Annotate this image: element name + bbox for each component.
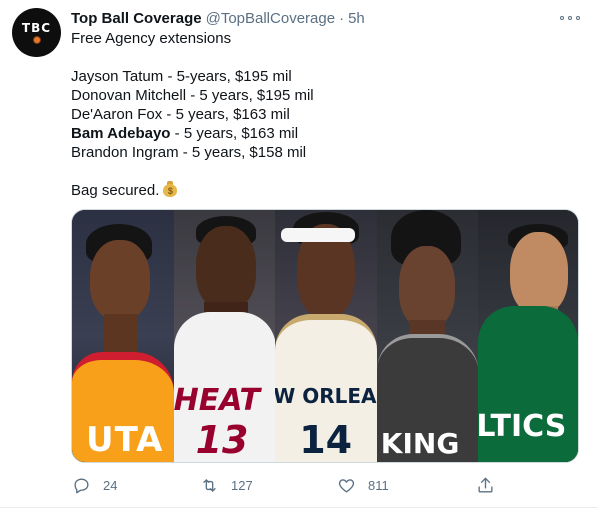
outro-text: Bag secured. xyxy=(71,182,160,199)
jersey-number-3: 14 xyxy=(299,418,353,462)
jersey-text-1: UTA xyxy=(86,420,164,460)
user-handle[interactable]: @TopBallCoverage xyxy=(206,10,335,27)
like-count: 811 xyxy=(368,477,389,493)
reply-icon xyxy=(74,477,89,493)
tweet-actions: 24 127 811 xyxy=(71,474,501,496)
retweet-icon xyxy=(203,478,216,492)
tweet-line-intro: Free Agency extensions xyxy=(71,30,232,47)
tweet-image[interactable]: UTA HEAT 13 W ORLEANS 14 KING xyxy=(71,209,579,463)
tweet-text: Free Agency extensions Jayson Tatum - 5-… xyxy=(71,29,576,200)
heart-icon xyxy=(338,478,355,493)
separator-dot: · xyxy=(339,9,345,27)
player-photo-3: W ORLEANS 14 xyxy=(275,210,377,462)
money-bag-icon: $ xyxy=(163,181,178,197)
retweet-button[interactable]: 127 xyxy=(200,474,253,496)
jersey-text-4: KING xyxy=(380,427,460,460)
player-photo-4: KING xyxy=(376,210,479,462)
tweet-header: Top Ball Coverage @TopBallCoverage · 5h xyxy=(71,8,584,28)
share-icon xyxy=(478,477,493,493)
retweet-count: 127 xyxy=(231,477,253,493)
bold-name: Bam Adebayo xyxy=(71,125,171,142)
tweet-line-mitchell: Donovan Mitchell - 5 years, $195 mil xyxy=(71,87,314,104)
reply-button[interactable]: 24 xyxy=(72,474,117,496)
like-button[interactable]: 811 xyxy=(337,474,389,496)
jersey-text-5: LTICS xyxy=(478,409,567,444)
jersey-text-2: HEAT xyxy=(173,383,261,418)
jersey-text-3: W ORLEANS xyxy=(275,384,377,408)
player-photo-1: UTA xyxy=(72,210,174,462)
avatar-logo-text: TBC xyxy=(21,20,52,35)
player-photo-2: HEAT 13 xyxy=(173,210,276,462)
basketball-icon xyxy=(32,35,41,44)
reply-count: 24 xyxy=(103,477,118,493)
player-photo-5: LTICS xyxy=(478,210,578,462)
tweet-line-fox: De'Aaron Fox - 5 years, $163 mil xyxy=(71,106,290,123)
tweet-line-adebayo-rest: - 5 years, $163 mil xyxy=(170,125,299,142)
jersey-number-2: 13 xyxy=(195,418,249,462)
tweet-card[interactable]: TBC Top Ball Coverage @TopBallCoverage ·… xyxy=(0,0,598,508)
display-name[interactable]: Top Ball Coverage xyxy=(71,10,202,27)
tweet-line-outro: Bag secured. $ xyxy=(71,181,576,200)
timestamp[interactable]: 5h xyxy=(348,10,365,27)
tweet-line-adebayo: Bam Adebayo - 5 years, $163 mil xyxy=(71,124,576,143)
share-button[interactable] xyxy=(476,474,495,496)
more-horizontal-icon[interactable] xyxy=(560,11,580,25)
avatar[interactable]: TBC xyxy=(12,8,61,57)
tweet-line-tatum: Jayson Tatum - 5-years, $195 mil xyxy=(71,68,292,85)
tweet-line-ingram: Brandon Ingram - 5 years, $158 mil xyxy=(71,144,307,161)
